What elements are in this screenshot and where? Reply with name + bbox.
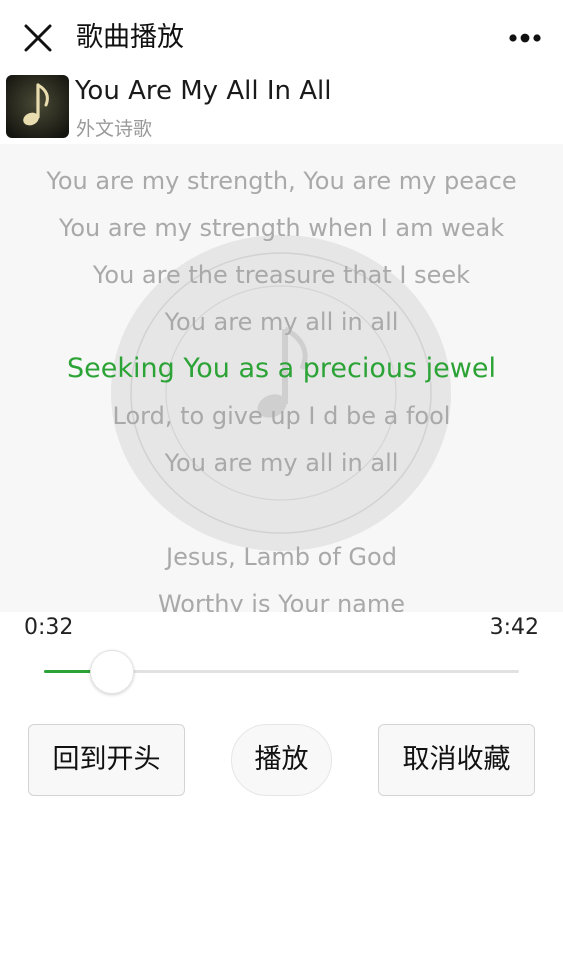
more-dots-icon [509, 33, 541, 43]
top-bar: 歌曲播放 [0, 0, 563, 72]
lyric-line: You are my strength, You are my peace [46, 167, 517, 195]
progress-slider[interactable] [44, 650, 519, 694]
song-title: You Are My All In All [75, 76, 332, 106]
restart-button[interactable]: 回到开头 [28, 724, 185, 796]
page-title: 歌曲播放 [76, 22, 184, 53]
lyrics-list: You are my strength, You are my peace You… [0, 144, 563, 612]
lyric-line: Jesus, Lamb of God [166, 543, 397, 571]
lyrics-panel[interactable]: You are my strength, You are my peace You… [0, 144, 563, 612]
lyric-line-current: Seeking You as a precious jewel [67, 353, 496, 384]
album-art [6, 75, 69, 138]
lyric-line: Lord, to give up I d be a fool [112, 402, 451, 430]
unfavorite-button[interactable]: 取消收藏 [378, 724, 535, 796]
close-icon [24, 24, 52, 52]
lyric-line: Worthy is Your name [157, 590, 406, 612]
close-button[interactable] [18, 22, 58, 54]
play-button[interactable]: 播放 [231, 724, 332, 796]
lyric-line: You are my all in all [164, 449, 399, 477]
more-button[interactable] [505, 24, 545, 52]
total-time: 3:42 [489, 615, 539, 640]
progress-thumb[interactable] [90, 650, 135, 694]
lyric-line: You are my all in all [164, 308, 399, 336]
lyric-line: You are the treasure that I seek [92, 261, 471, 289]
current-time: 0:32 [24, 615, 74, 640]
lyric-line: You are my strength when I am weak [58, 214, 505, 242]
song-category: 外文诗歌 [76, 118, 153, 140]
